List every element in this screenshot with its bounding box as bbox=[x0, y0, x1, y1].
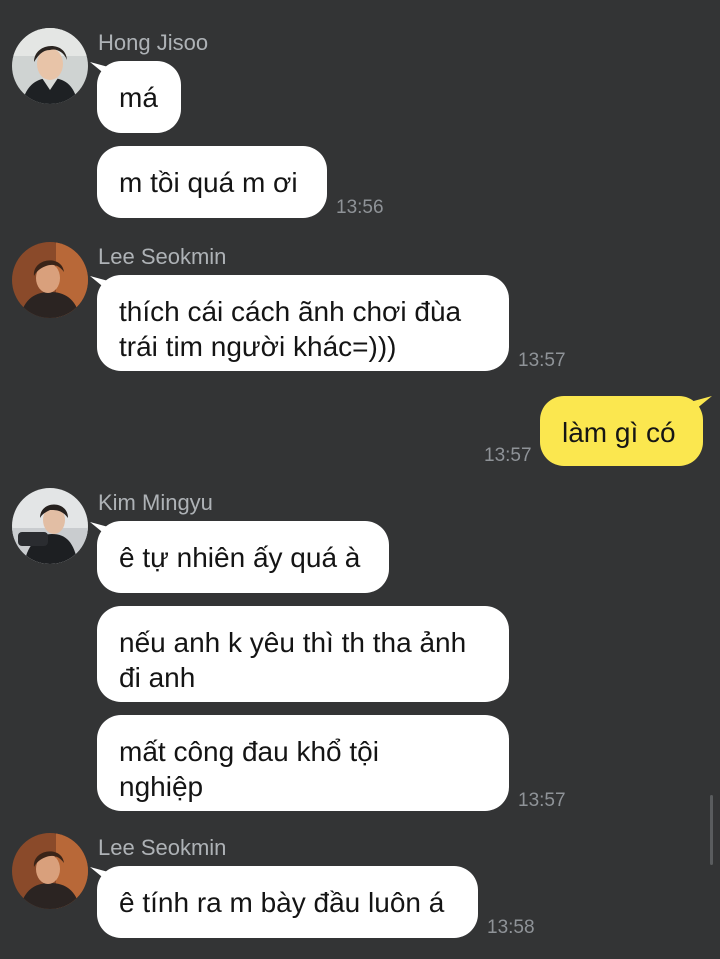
avatar-kim-mingyu[interactable] bbox=[12, 488, 88, 564]
avatar-lee-seokmin[interactable] bbox=[12, 833, 88, 909]
sender-name: Hong Jisoo bbox=[98, 30, 209, 55]
chat-area[interactable]: Hong Jisoo má m tồi quá m ơi 13:56 Lee S… bbox=[0, 0, 720, 959]
bubble-tail bbox=[690, 396, 712, 414]
message-timestamp: 13:57 bbox=[518, 790, 566, 811]
message-timestamp: 13:56 bbox=[336, 197, 384, 218]
sender-name: Lee Seokmin bbox=[98, 835, 227, 860]
message-bubble[interactable]: má bbox=[97, 61, 181, 133]
message-bubble[interactable]: mất công đau khổ tội nghiệp bbox=[97, 715, 509, 811]
scrollbar[interactable] bbox=[710, 795, 713, 865]
message-timestamp: 13:57 bbox=[484, 445, 532, 466]
sender-name: Kim Mingyu bbox=[98, 490, 213, 515]
avatar-hong-jisoo[interactable] bbox=[12, 28, 88, 104]
sender-name: Lee Seokmin bbox=[98, 244, 227, 269]
message-bubble[interactable]: thích cái cách ãnh chơi đùa trái tim ngư… bbox=[97, 275, 509, 371]
message-bubble[interactable]: ê tính ra m bày đầu luôn á bbox=[97, 866, 478, 938]
message-timestamp: 13:57 bbox=[518, 350, 566, 371]
avatar-lee-seokmin[interactable] bbox=[12, 242, 88, 318]
message-bubble[interactable]: ê tự nhiên ấy quá à bbox=[97, 521, 389, 593]
message-bubble[interactable]: m tồi quá m ơi bbox=[97, 146, 327, 218]
message-timestamp: 13:58 bbox=[487, 917, 535, 938]
message-bubble[interactable]: nếu anh k yêu thì th tha ảnh đi anh bbox=[97, 606, 509, 702]
my-message-bubble[interactable]: làm gì có bbox=[540, 396, 703, 466]
